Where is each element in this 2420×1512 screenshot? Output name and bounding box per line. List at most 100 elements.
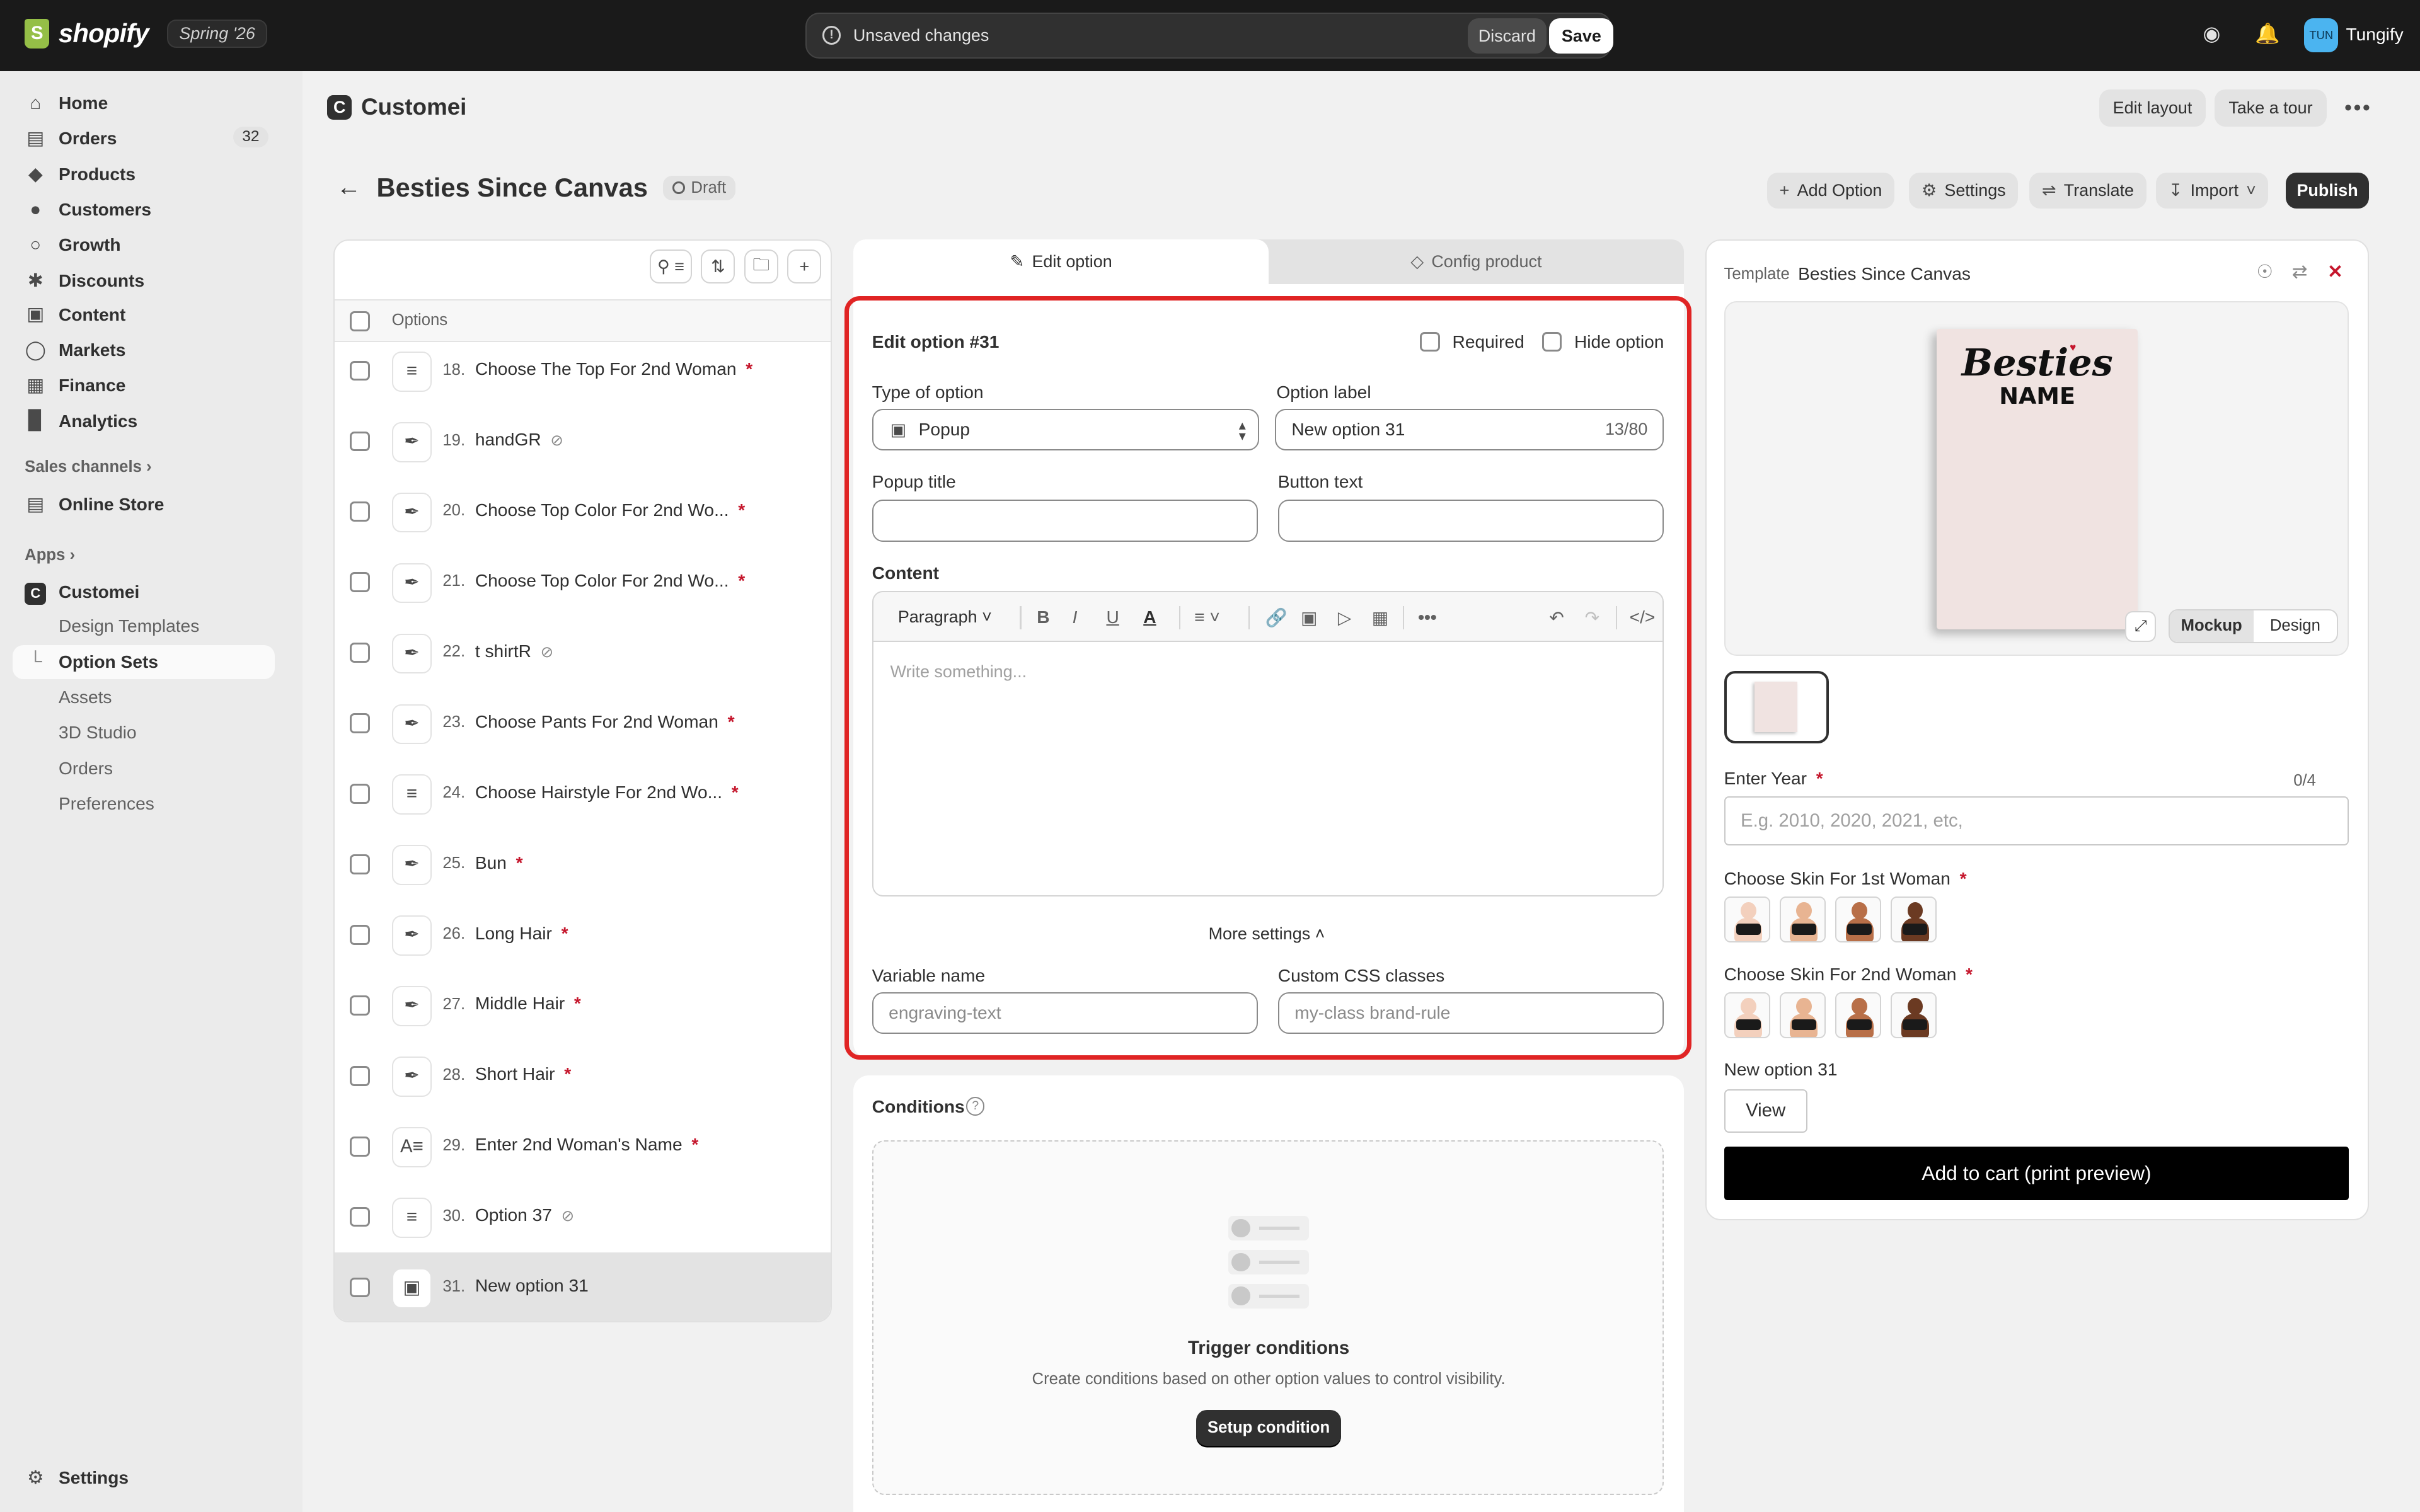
list-item[interactable]: ≡ 30. Option 37 ⊘ (335, 1182, 831, 1252)
list-item[interactable]: ✒ 20. Choose Top Color For 2nd Wo... * (335, 477, 831, 547)
sidebar-item-markets[interactable]: ◯ Markets (13, 333, 275, 367)
undo-icon[interactable]: ↶ (1549, 607, 1564, 628)
row-checkbox[interactable] (350, 1206, 371, 1227)
sidebar-item-discounts[interactable]: ✱ Discounts (13, 264, 275, 298)
image-icon[interactable]: ▣ (1301, 607, 1318, 628)
sidebar-item-online-store[interactable]: ▤ Online Store (13, 488, 275, 522)
sidebar-item-3d-studio[interactable]: 3D Studio (13, 716, 275, 750)
skin-1st-swatch[interactable] (1724, 896, 1770, 943)
add-button[interactable]: + (787, 249, 822, 284)
text-color-icon[interactable]: A (1143, 607, 1156, 627)
mockup-thumbnail[interactable] (1724, 671, 1829, 744)
list-item[interactable]: ✒ 22. t shirtR ⊘ (335, 618, 831, 689)
list-item[interactable]: ✒ 26. Long Hair * (335, 900, 831, 971)
video-icon[interactable]: ▷ (1338, 607, 1352, 628)
sidebar-item-products[interactable]: ◆ Products (13, 158, 275, 192)
align-icon[interactable]: ≡ ˅ (1194, 607, 1220, 627)
settings-button[interactable]: ⚙ Settings (1909, 173, 2019, 209)
hide-option-checkbox[interactable] (1541, 331, 1562, 352)
add-option-button[interactable]: + Add Option (1767, 173, 1894, 209)
skin-2nd-swatch[interactable] (1891, 992, 1937, 1039)
bold-icon[interactable]: B (1037, 607, 1049, 627)
table-icon[interactable]: ▦ (1372, 607, 1389, 628)
paragraph-dropdown[interactable]: Paragraph ˅ (898, 607, 992, 627)
publish-button[interactable]: Publish (2285, 173, 2370, 209)
sidebar-item-home[interactable]: ⌂ Home (13, 86, 275, 120)
more-actions-icon[interactable]: ••• (2344, 96, 2371, 120)
sidebar-item-preferences[interactable]: Preferences (13, 787, 275, 821)
sidebar-item-app-orders[interactable]: Orders (13, 752, 275, 786)
tab-config-product[interactable]: ◇ Config product (1269, 239, 1684, 284)
row-checkbox[interactable] (350, 643, 371, 663)
css-classes-input[interactable] (1277, 992, 1664, 1034)
content-editor[interactable]: Write something... (872, 641, 1664, 896)
view-button[interactable]: View (1724, 1089, 1807, 1133)
underline-icon[interactable]: U (1106, 607, 1119, 627)
take-tour-button[interactable]: Take a tour (2215, 89, 2327, 127)
search-filter-button[interactable]: ⚲ ≡ (650, 249, 692, 284)
list-item[interactable]: ≡ 18. Choose The Top For 2nd Woman * (335, 336, 831, 406)
row-checkbox[interactable] (350, 784, 371, 804)
row-checkbox[interactable] (350, 1065, 371, 1086)
link-icon[interactable]: 🔗 (1265, 607, 1288, 628)
skin-2nd-swatch[interactable] (1779, 992, 1826, 1039)
edit-layout-button[interactable]: Edit layout (2099, 89, 2206, 127)
sidebar-item-orders[interactable]: ▤ Orders 32 (13, 122, 275, 156)
sidebar-item-content[interactable]: ▣ Content (13, 298, 275, 332)
list-item[interactable]: ✒ 23. Choose Pants For 2nd Woman * (335, 689, 831, 759)
bell-icon[interactable]: 🔔 (2255, 21, 2280, 46)
type-of-option-select[interactable]: ▣ Popup ▴ ▾ (872, 408, 1260, 451)
close-icon[interactable]: ✕ (2327, 261, 2343, 283)
apps-heading[interactable]: Apps › (25, 546, 75, 564)
list-item[interactable]: ▣ 31. New option 31 (334, 1252, 831, 1321)
help-icon[interactable]: ? (966, 1097, 985, 1116)
more-formatting-icon[interactable]: ••• (1418, 607, 1437, 627)
row-checkbox[interactable] (350, 501, 371, 522)
skin-1st-swatch[interactable] (1779, 896, 1826, 943)
list-item[interactable]: ✒ 28. Short Hair * (335, 1041, 831, 1112)
italic-icon[interactable]: I (1073, 607, 1078, 627)
translate-button[interactable]: ⇌ Translate (2029, 173, 2146, 209)
list-item[interactable]: ✒ 21. Choose Top Color For 2nd Wo... * (335, 547, 831, 618)
list-item[interactable]: ✒ 27. Middle Hair * (335, 971, 831, 1041)
setup-condition-button[interactable]: Setup condition (1196, 1410, 1342, 1446)
row-checkbox[interactable] (350, 854, 371, 874)
sidebar-item-design-templates[interactable]: Design Templates (13, 609, 275, 643)
skin-1st-swatch[interactable] (1891, 896, 1937, 943)
required-checkbox[interactable] (1420, 331, 1440, 352)
row-checkbox[interactable] (350, 1136, 371, 1157)
skin-1st-swatch[interactable] (1835, 896, 1882, 943)
sidebar-item-growth[interactable]: ○ Growth (13, 228, 275, 262)
skin-2nd-swatch[interactable] (1835, 992, 1882, 1039)
popup-title-input[interactable] (872, 500, 1258, 542)
row-checkbox[interactable] (350, 572, 371, 593)
row-checkbox[interactable] (350, 431, 371, 452)
skin-2nd-swatch[interactable] (1724, 992, 1770, 1039)
sidekick-icon[interactable]: ◉ (2199, 21, 2224, 46)
import-button[interactable]: ↧ Import ˅ (2156, 173, 2269, 209)
row-checkbox[interactable] (350, 924, 371, 945)
more-settings-toggle[interactable]: More settings ˄ (1209, 924, 1325, 944)
mockup-tab[interactable]: Mockup (2169, 610, 2254, 643)
swap-icon[interactable]: ⇄ (2292, 261, 2308, 283)
tab-edit-option[interactable]: ✎ Edit option (853, 239, 1269, 284)
discard-button[interactable]: Discard (1467, 18, 1547, 54)
add-to-cart-button[interactable]: Add to cart (print preview) (1724, 1146, 2349, 1201)
row-checkbox[interactable] (350, 1277, 371, 1298)
redo-icon[interactable]: ↷ (1585, 607, 1600, 628)
sidebar-item-customei[interactable]: C Customei (13, 575, 275, 609)
sidebar-item-option-sets[interactable]: └ Option Sets (12, 644, 275, 679)
design-tab[interactable]: Design (2254, 610, 2337, 642)
shopify-logo[interactable]: S shopify Spring '26 (25, 18, 267, 49)
row-checkbox[interactable] (350, 360, 371, 381)
expand-icon[interactable]: ⤢ (2125, 610, 2157, 642)
eye-icon[interactable]: ☉ (2256, 261, 2273, 283)
back-arrow-icon[interactable]: ← (337, 174, 361, 202)
enter-year-input[interactable] (1724, 796, 2349, 846)
avatar[interactable]: TUN (2304, 18, 2339, 53)
list-item[interactable]: ✒ 19. handGR ⊘ (335, 406, 831, 477)
button-text-input[interactable] (1277, 500, 1664, 542)
code-icon[interactable]: </> (1630, 607, 1656, 627)
row-checkbox[interactable] (350, 713, 371, 734)
select-all-checkbox[interactable] (350, 311, 371, 331)
